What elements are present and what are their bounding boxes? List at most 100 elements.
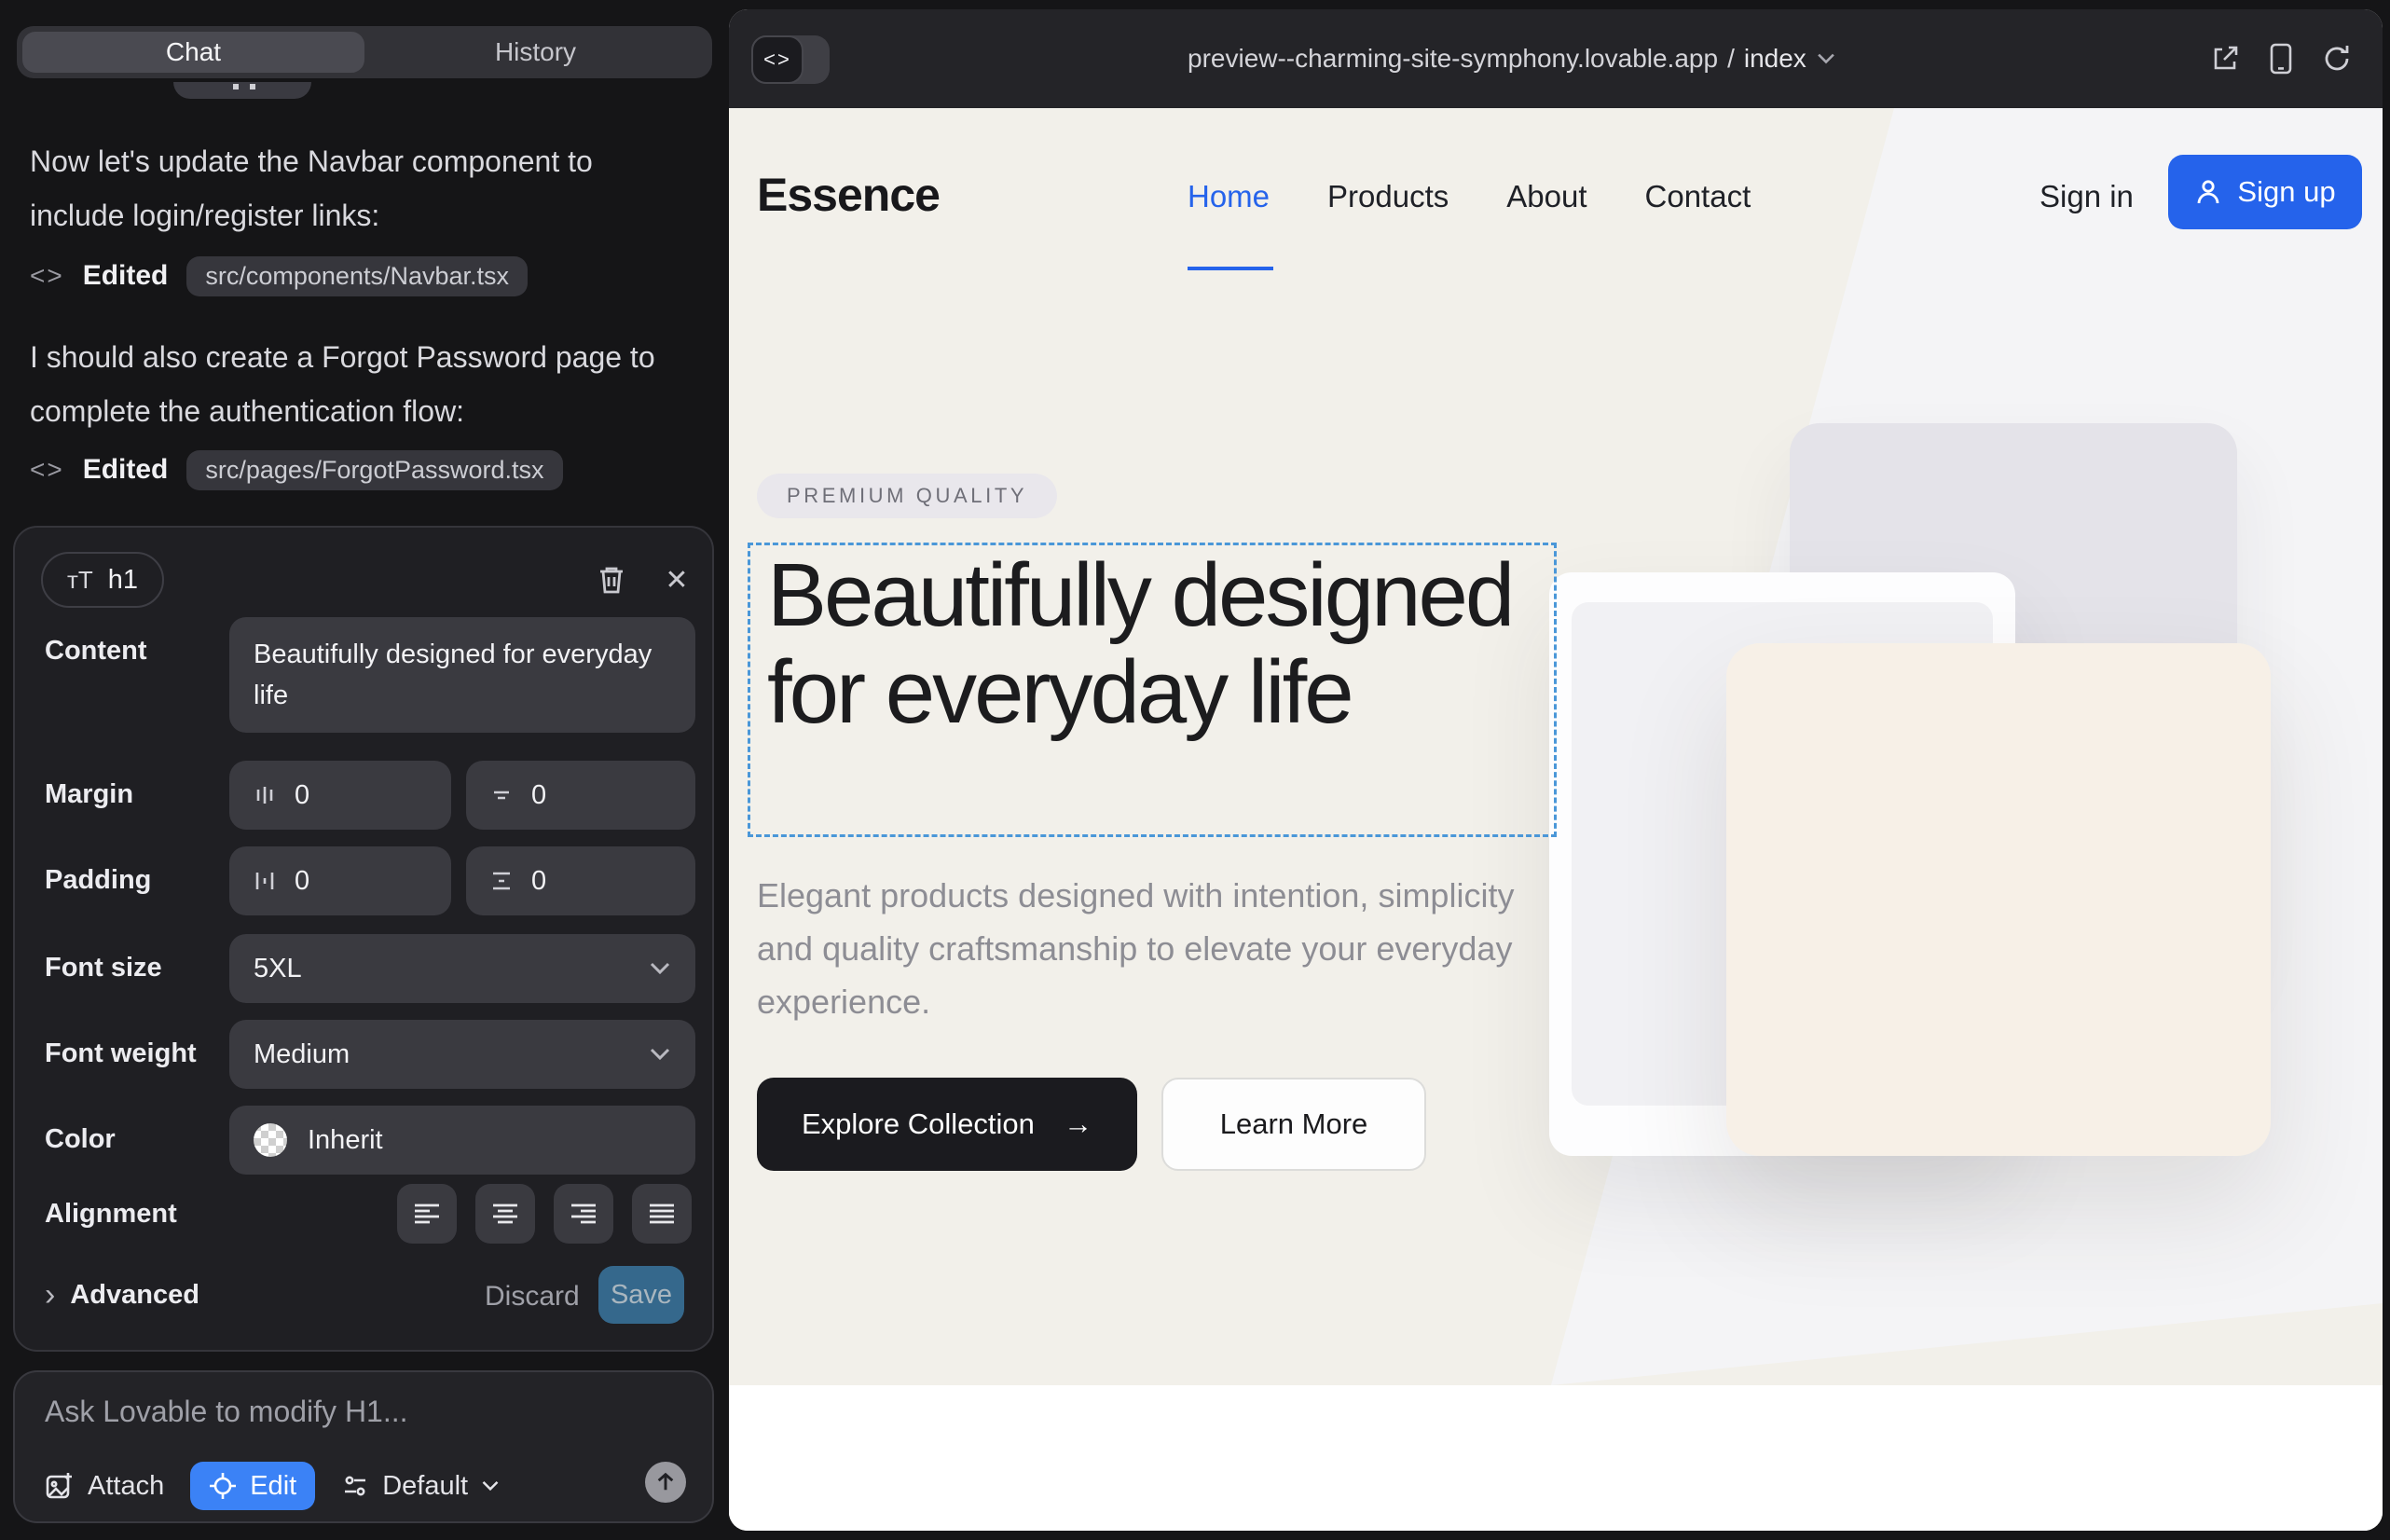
explore-label: Explore Collection	[802, 1107, 1035, 1141]
align-center-button[interactable]	[475, 1184, 535, 1244]
padding-horizontal-icon	[252, 868, 278, 894]
margin-vertical-icon	[488, 782, 515, 808]
font-size-select[interactable]: 5XL	[229, 934, 695, 1003]
font-weight-select[interactable]: Medium	[229, 1020, 695, 1089]
trash-icon	[597, 564, 626, 596]
padding-label: Padding	[45, 865, 151, 896]
edited-file-row: <> Edited src/pages/ForgotPassword.tsx	[30, 447, 563, 492]
site-nav: Home Products About Contact	[1188, 179, 1751, 214]
edited-label: Edited	[83, 454, 169, 486]
discard-button[interactable]: Discard	[485, 1281, 580, 1313]
mode-select[interactable]: Default	[341, 1471, 500, 1502]
close-icon: ✕	[665, 564, 688, 597]
preview-url: preview--charming-site-symphony.lovable.…	[1188, 44, 1718, 74]
margin-x-value: 0	[295, 780, 309, 811]
mobile-view-button[interactable]	[2269, 42, 2293, 76]
align-justify-icon	[648, 1203, 676, 1225]
font-weight-value: Medium	[254, 1039, 350, 1070]
attach-image-icon	[45, 1471, 75, 1501]
chrome-actions	[2209, 9, 2353, 108]
site-preview: Essence Home Products About Contact Sign…	[729, 108, 2383, 1531]
smartphone-icon	[2269, 42, 2293, 76]
align-left-button[interactable]	[397, 1184, 457, 1244]
chevron-down-icon	[649, 961, 671, 976]
code-icon: <>	[30, 261, 64, 291]
learn-more-button[interactable]: Learn More	[1161, 1078, 1426, 1171]
content-input[interactable]: Beautifully designed for everyday life	[229, 617, 695, 733]
element-editor-panel: тT h1 ✕ Content Beautifully designed for…	[13, 526, 714, 1352]
align-justify-button[interactable]	[632, 1184, 692, 1244]
tab-chat[interactable]: Chat	[22, 32, 364, 73]
edited-file-row: <> Edited src/components/Navbar.tsx	[30, 254, 528, 298]
scrolled-chip-remnant	[173, 82, 311, 99]
chat-composer: Attach Edit Default	[13, 1370, 714, 1523]
attach-button[interactable]: Attach	[45, 1471, 164, 1502]
padding-y-value: 0	[531, 866, 546, 897]
send-button[interactable]	[645, 1462, 686, 1503]
site-logo[interactable]: Essence	[757, 168, 940, 222]
edit-mode-button[interactable]: Edit	[190, 1462, 315, 1510]
sliders-icon	[341, 1473, 369, 1499]
delete-element-button[interactable]	[593, 561, 630, 598]
explore-collection-button[interactable]: Explore Collection →	[757, 1078, 1137, 1171]
align-right-button[interactable]	[554, 1184, 613, 1244]
edit-label: Edit	[250, 1471, 296, 1502]
margin-horizontal-icon	[252, 782, 278, 808]
code-icon: <>	[30, 455, 64, 485]
sign-in-link[interactable]: Sign in	[2040, 179, 2134, 214]
padding-vertical-icon	[488, 868, 515, 894]
margin-x-input[interactable]: 0	[229, 761, 451, 830]
browser-chrome-bar: <> preview--charming-site-symphony.lovab…	[729, 9, 2383, 108]
margin-y-value: 0	[531, 780, 546, 811]
composer-input[interactable]	[45, 1395, 660, 1429]
save-button[interactable]: Save	[598, 1266, 684, 1324]
person-icon	[2194, 178, 2222, 206]
chat-message: Now let's update the Navbar component to…	[30, 134, 694, 242]
align-center-icon	[491, 1203, 519, 1225]
padding-x-input[interactable]: 0	[229, 846, 451, 915]
chevron-right-icon: ›	[45, 1277, 55, 1313]
color-label: Color	[45, 1124, 116, 1155]
decor-rectangle-cream	[1726, 643, 2271, 1156]
attach-label: Attach	[88, 1471, 164, 1502]
tab-history[interactable]: History	[364, 32, 707, 73]
mode-label: Default	[382, 1471, 468, 1502]
nav-contact[interactable]: Contact	[1645, 179, 1751, 214]
refresh-button[interactable]	[2321, 43, 2353, 75]
chevron-down-icon	[649, 1047, 671, 1062]
padding-y-input[interactable]: 0	[466, 846, 695, 915]
url-breadcrumb[interactable]: preview--charming-site-symphony.lovable.…	[1188, 9, 1836, 108]
content-label: Content	[45, 636, 147, 667]
advanced-toggle[interactable]: › Advanced	[45, 1277, 199, 1313]
open-external-button[interactable]	[2209, 43, 2241, 75]
font-size-value: 5XL	[254, 954, 302, 984]
color-select[interactable]: Inherit	[229, 1106, 695, 1175]
nav-active-underline	[1188, 267, 1273, 270]
font-weight-label: Font weight	[45, 1038, 197, 1069]
nav-home[interactable]: Home	[1188, 179, 1270, 214]
code-view-toggle[interactable]: <>	[751, 35, 830, 84]
color-value: Inherit	[308, 1125, 383, 1156]
nav-products[interactable]: Products	[1327, 179, 1449, 214]
nav-about[interactable]: About	[1506, 179, 1586, 214]
selected-element-pill: тT h1	[41, 552, 164, 608]
file-chip[interactable]: src/pages/ForgotPassword.tsx	[186, 450, 562, 490]
advanced-label: Advanced	[70, 1280, 199, 1311]
chevron-down-icon	[481, 1479, 500, 1492]
section-below-hero	[729, 1385, 2383, 1531]
font-size-label: Font size	[45, 953, 162, 983]
hero-heading[interactable]: Beautifully designed for everyday life	[767, 547, 1550, 741]
edited-label: Edited	[83, 260, 169, 292]
file-chip[interactable]: src/components/Navbar.tsx	[186, 256, 528, 296]
chat-message: I should also create a Forgot Password p…	[30, 330, 694, 438]
app-window: Chat History Now let's update the Navbar…	[0, 0, 2390, 1540]
close-editor-button[interactable]: ✕	[658, 561, 695, 598]
margin-y-input[interactable]: 0	[466, 761, 695, 830]
premium-quality-badge: PREMIUM QUALITY	[757, 474, 1057, 518]
sign-up-button[interactable]: Sign up	[2168, 155, 2362, 229]
sign-up-label: Sign up	[2237, 175, 2335, 209]
hero-paragraph: Elegant products designed with intention…	[757, 869, 1525, 1028]
chat-history-tabs: Chat History	[17, 26, 712, 78]
alignment-label: Alignment	[45, 1199, 177, 1230]
content-value: Beautifully designed for everyday life	[254, 634, 671, 716]
